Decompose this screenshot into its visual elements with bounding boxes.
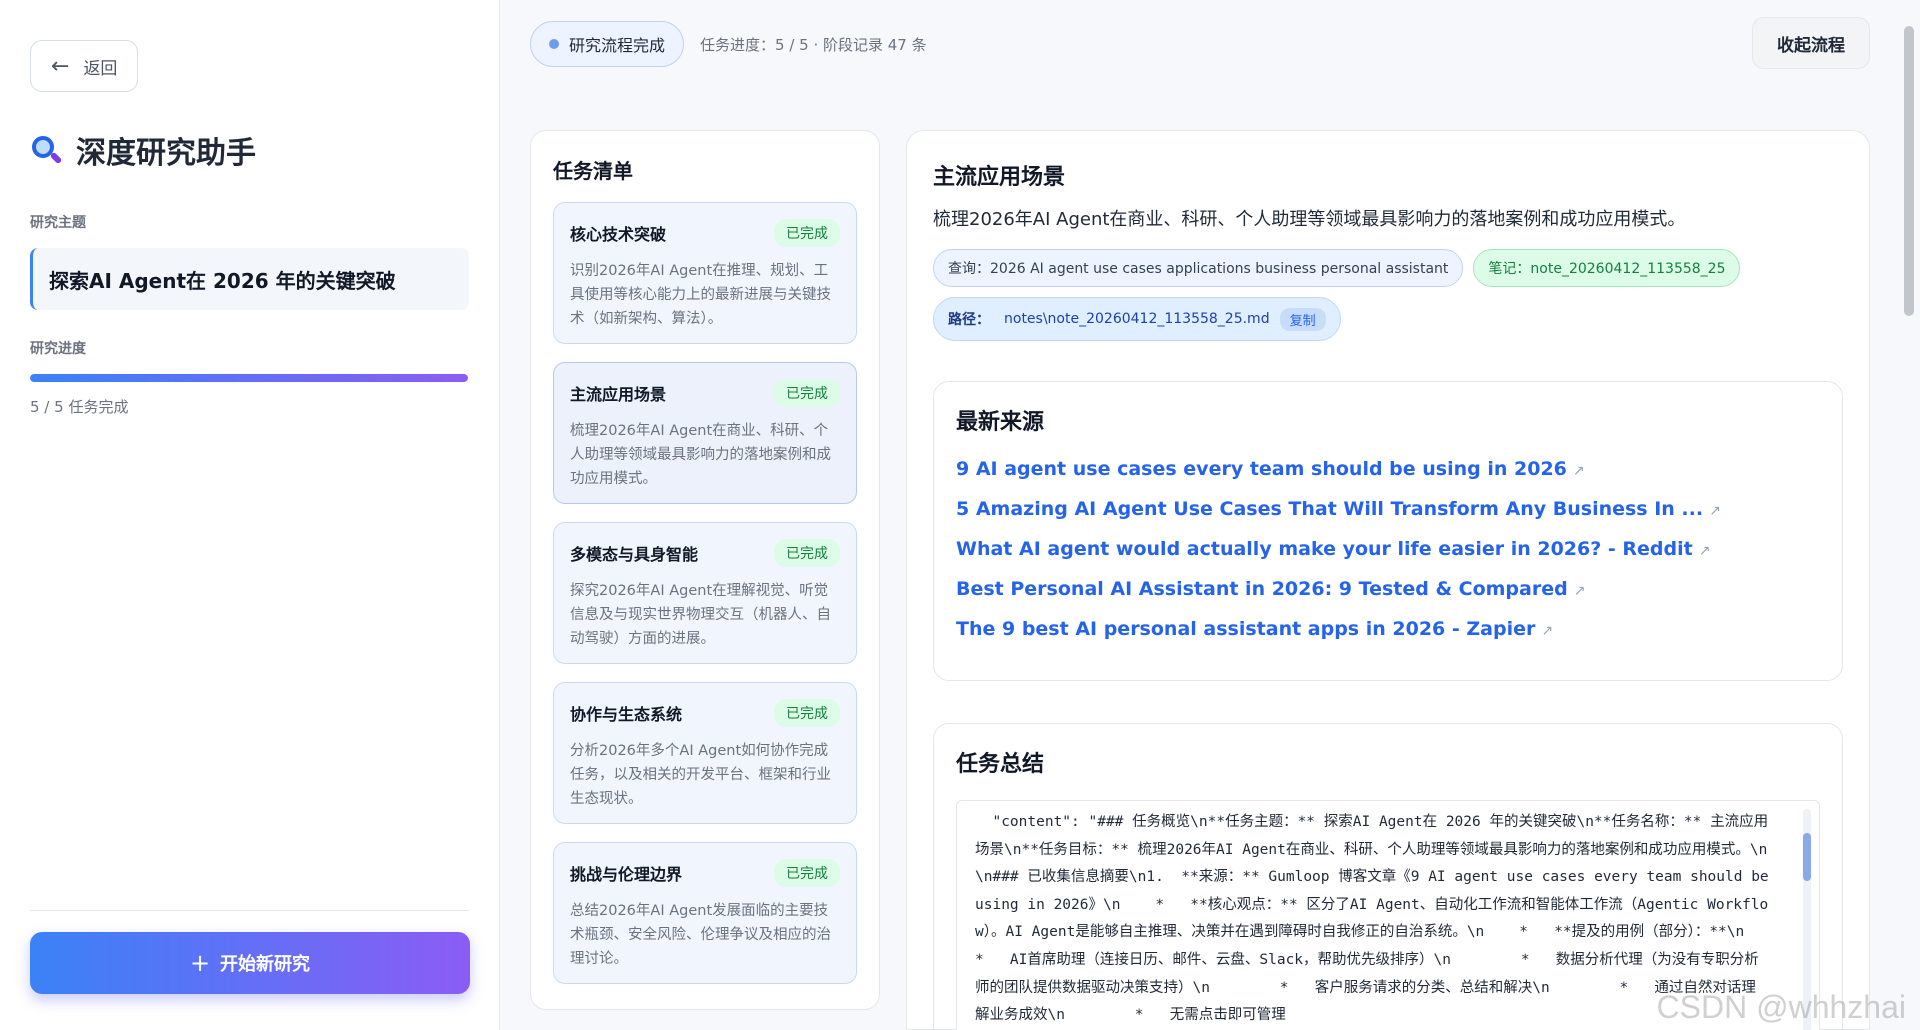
search-icon bbox=[30, 134, 63, 166]
task-name: 多模态与具身智能 bbox=[570, 545, 699, 564]
external-link-icon: ↗ bbox=[1573, 583, 1586, 599]
progress-text: 5 / 5 任务完成 bbox=[30, 398, 129, 416]
sidebar-divider bbox=[30, 910, 469, 911]
task-list-title: 任务清单 bbox=[553, 159, 633, 183]
task-card[interactable]: 协作与生态系统 已完成 分析2026年多个AI Agent如何协作完成任务，以及… bbox=[553, 682, 857, 824]
copy-button[interactable]: 复制 bbox=[1279, 307, 1326, 331]
topbar: 研究流程完成 任务进度：5 / 5 · 阶段记录 47 条 收起流程 bbox=[530, 17, 1870, 69]
progress-bar bbox=[30, 374, 468, 382]
note-tag[interactable]: 笔记：note_20260412_113558_25 bbox=[1473, 249, 1741, 287]
summary-text: "content": "### 任务概览\n**任务主题：** 探索AI Age… bbox=[975, 814, 1815, 1024]
back-label: 返回 bbox=[83, 58, 118, 79]
task-card[interactable]: 多模态与具身智能 已完成 探究2026年AI Agent在理解视觉、听觉信息及与… bbox=[553, 522, 857, 664]
task-desc: 总结2026年AI Agent发展面临的主要技术瓶颈、安全风险、伦理争议及相应的… bbox=[570, 903, 831, 967]
external-link-icon: ↗ bbox=[1572, 463, 1585, 479]
status-badge: 已完成 bbox=[774, 859, 840, 887]
task-card-active[interactable]: 主流应用场景 已完成 梳理2026年AI Agent在商业、科研、个人助理等领域… bbox=[553, 362, 857, 504]
external-link-icon: ↗ bbox=[1709, 503, 1721, 519]
status-badge: 已完成 bbox=[774, 379, 840, 407]
detail-desc: 梳理2026年AI Agent在商业、科研、个人助理等领域最具影响力的落地案例和… bbox=[933, 209, 1686, 230]
source-link-text: 9 AI agent use cases every team should b… bbox=[956, 458, 1567, 480]
task-list-panel: 任务清单 核心技术突破 已完成 识别2026年AI Agent在推理、规划、工具… bbox=[530, 130, 880, 1010]
status-badge: 已完成 bbox=[774, 219, 840, 247]
task-name: 主流应用场景 bbox=[570, 385, 667, 404]
sidebar: ← 返回 深度研究助手 研究主题 探索AI Agent在 2026 年的关键突破… bbox=[0, 0, 500, 1030]
external-link-icon: ↗ bbox=[1541, 623, 1554, 639]
plus-icon: + bbox=[189, 949, 211, 977]
progress-label: 研究进度 bbox=[30, 341, 86, 357]
status-badge: 已完成 bbox=[774, 699, 840, 727]
detail-title: 主流应用场景 bbox=[933, 165, 1066, 190]
external-link-icon: ↗ bbox=[1698, 543, 1711, 559]
summary-scroll-thumb[interactable] bbox=[1803, 833, 1811, 881]
status-badge: 研究流程完成 bbox=[530, 21, 685, 67]
summary-card: 任务总结 "content": "### 任务概览\n**任务主题：** 探索A… bbox=[933, 723, 1843, 1030]
source-link-text: The 9 best AI personal assistant apps in… bbox=[956, 618, 1536, 640]
sources-card: 最新来源 9 AI agent use cases every team sho… bbox=[933, 381, 1843, 681]
task-card[interactable]: 核心技术突破 已完成 识别2026年AI Agent在推理、规划、工具使用等核心… bbox=[553, 202, 857, 344]
sources-title: 最新来源 bbox=[956, 410, 1045, 435]
source-link[interactable]: Best Personal AI Assistant in 2026: 9 Te… bbox=[956, 578, 1820, 600]
path-tag: 路径： notes\note_20260412_113558_25.md 复制 bbox=[933, 297, 1341, 341]
task-desc: 梳理2026年AI Agent在商业、科研、个人助理等领域最具影响力的落地案例和… bbox=[570, 423, 831, 487]
progress-fill bbox=[30, 374, 468, 382]
task-name: 核心技术突破 bbox=[570, 225, 667, 244]
path-value: notes\note_20260412_113558_25.md bbox=[1004, 311, 1270, 327]
page-scrollbar[interactable] bbox=[1904, 26, 1914, 316]
source-link[interactable]: 5 Amazing AI Agent Use Cases That Will T… bbox=[956, 498, 1820, 520]
collapse-flow-button[interactable]: 收起流程 bbox=[1752, 17, 1870, 69]
task-progress-meta: 任务进度：5 / 5 · 阶段记录 47 条 bbox=[700, 35, 927, 54]
task-name: 协作与生态系统 bbox=[570, 705, 683, 724]
tag-row: 查询：2026 AI agent use cases applications … bbox=[933, 249, 1843, 341]
new-research-label: 开始新研究 bbox=[220, 954, 311, 975]
topic-value: 探索AI Agent在 2026 年的关键突破 bbox=[30, 248, 469, 310]
task-desc: 探究2026年AI Agent在理解视觉、听觉信息及与现实世界物理交互（机器人、… bbox=[570, 583, 831, 647]
source-link-text: Best Personal AI Assistant in 2026: 9 Te… bbox=[956, 578, 1568, 600]
topic-label: 研究主题 bbox=[30, 215, 86, 231]
task-detail-panel: 主流应用场景 梳理2026年AI Agent在商业、科研、个人助理等领域最具影响… bbox=[906, 130, 1870, 1030]
status-dot-icon bbox=[549, 39, 559, 49]
source-link[interactable]: The 9 best AI personal assistant apps in… bbox=[956, 618, 1820, 640]
query-tag: 查询：2026 AI agent use cases applications … bbox=[933, 249, 1464, 287]
source-link[interactable]: 9 AI agent use cases every team should b… bbox=[956, 458, 1820, 480]
task-name: 挑战与伦理边界 bbox=[570, 865, 683, 884]
task-card[interactable]: 挑战与伦理边界 已完成 总结2026年AI Agent发展面临的主要技术瓶颈、安… bbox=[553, 842, 857, 984]
app-title-text: 深度研究助手 bbox=[76, 136, 256, 171]
watermark: CSDN @whhzhai bbox=[1656, 989, 1906, 1025]
task-desc: 分析2026年多个AI Agent如何协作完成任务，以及相关的开发平台、框架和行… bbox=[570, 743, 831, 807]
status-label: 研究流程完成 bbox=[569, 36, 666, 55]
arrow-left-icon: ← bbox=[51, 53, 70, 79]
source-link[interactable]: What AI agent would actually make your l… bbox=[956, 538, 1820, 560]
source-link-text: What AI agent would actually make your l… bbox=[956, 538, 1693, 560]
back-button[interactable]: ← 返回 bbox=[30, 40, 139, 92]
status-badge: 已完成 bbox=[774, 539, 840, 567]
summary-title: 任务总结 bbox=[956, 752, 1045, 777]
path-key: 路径： bbox=[948, 312, 990, 328]
app-title: 深度研究助手 bbox=[30, 128, 469, 172]
source-link-text: 5 Amazing AI Agent Use Cases That Will T… bbox=[956, 498, 1704, 520]
task-desc: 识别2026年AI Agent在推理、规划、工具使用等核心能力上的最新进展与关键… bbox=[570, 263, 831, 327]
new-research-button[interactable]: + 开始新研究 bbox=[30, 932, 470, 994]
